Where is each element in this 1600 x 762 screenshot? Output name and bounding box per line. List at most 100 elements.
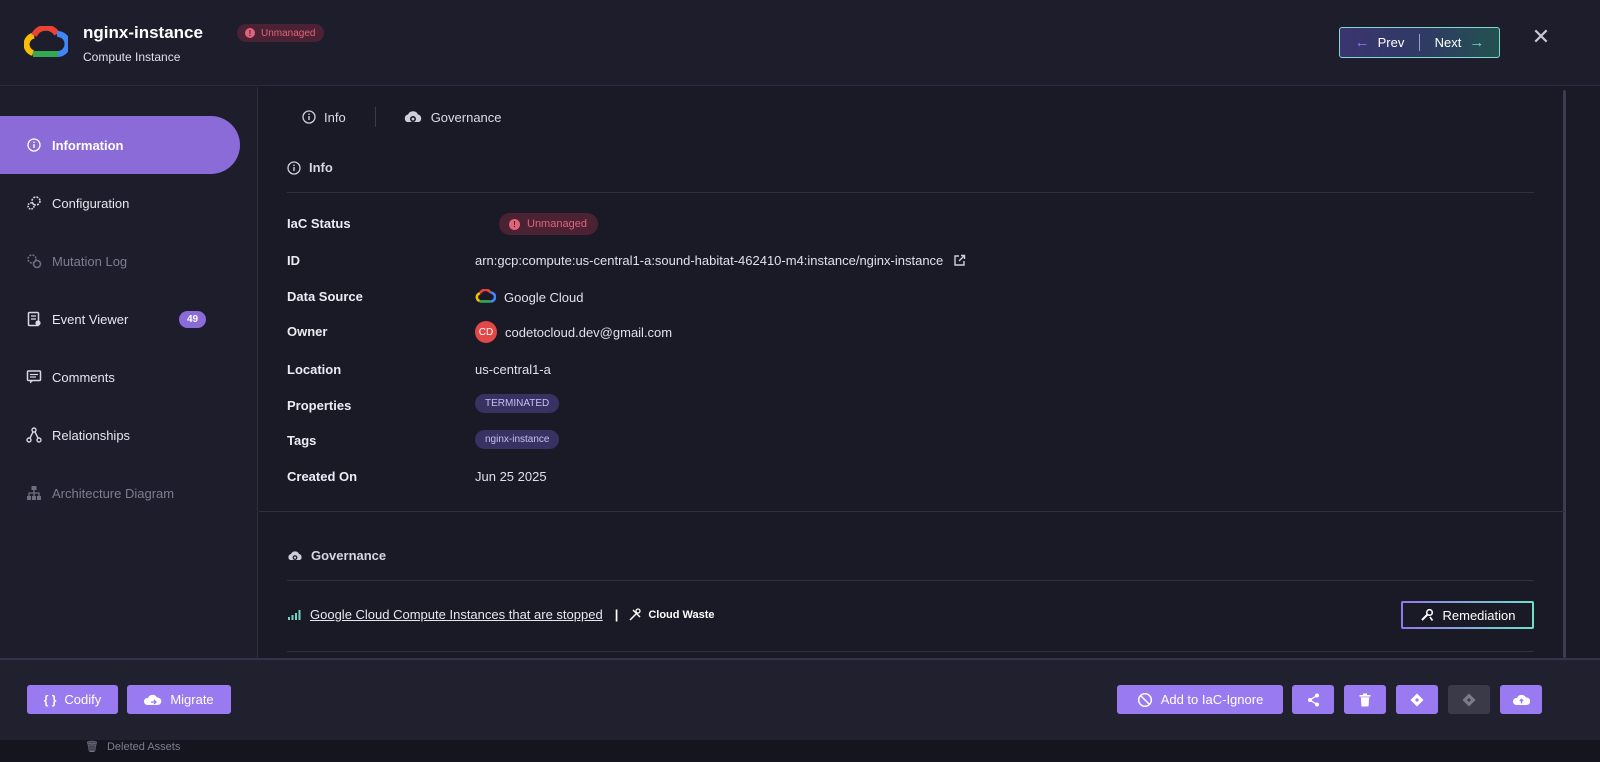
event-count-badge: 49 [179,311,207,328]
sidebar-item-label: Mutation Log [52,253,128,269]
comments-icon [26,369,42,385]
iac-status-label: IaC Status [287,216,351,231]
divider [287,651,1534,652]
separator: | [614,607,619,622]
id-label: ID [287,253,300,268]
scroll-track [1565,87,1600,658]
section-title: Governance [311,548,387,563]
info-section-header: Info [287,160,333,175]
governance-icon [404,111,421,122]
status-badge: ! Unmanaged [237,24,325,42]
architecture-icon [26,485,42,501]
ignore-icon [1137,692,1152,707]
alert-icon: ! [509,218,520,230]
sidebar-item-label: Configuration [52,195,130,211]
resource-title: nginx-instance [83,23,203,42]
git-icon [1462,693,1476,706]
sidebar-item-relationships[interactable]: Relationships [0,406,240,464]
remediation-label: Remediation [1442,607,1516,623]
sidebar-item-label: Information [52,137,124,153]
tab-info[interactable]: Info [302,110,346,125]
tags-label: Tags [287,433,317,448]
sidebar-item-comments[interactable]: Comments [0,348,240,406]
divider [287,192,1534,193]
sidebar-item-event-viewer[interactable]: Event Viewer 49 [0,290,240,348]
git-button[interactable] [1396,685,1438,714]
created-on-value: Jun 25 2025 [475,469,547,484]
properties-label: Properties [287,398,352,413]
code-braces-icon: { } [43,692,57,707]
properties-row: TERMINATED [475,394,560,413]
location-value: us-central1-a [475,362,551,377]
arrow-left-icon: ← [1354,34,1370,51]
sidebar-item-label: Relationships [52,427,131,443]
sidebar-item-label: Architecture Diagram [52,485,175,501]
data-source-value: Google Cloud [504,289,584,305]
migrate-button[interactable]: Migrate [127,685,231,714]
event-viewer-icon [26,311,42,327]
remediation-button[interactable]: Remediation [1401,601,1534,629]
sidebar-item-information[interactable]: Information [0,116,240,174]
deleted-assets-item: 🗑 Deleted Assets [85,740,181,754]
location-label: Location [287,362,342,377]
next-button[interactable]: Next → [1420,28,1499,57]
sidebar-item-label: Event Viewer [52,311,129,327]
sidebar-item-architecture-diagram[interactable]: Architecture Diagram [0,464,240,522]
git-disabled-button[interactable] [1448,685,1490,714]
share-button[interactable] [1292,685,1334,714]
deleted-assets-label: Deleted Assets [106,740,181,753]
prev-button[interactable]: ← Prev [1340,28,1419,57]
main-content [259,87,1565,658]
close-icon[interactable]: ✕ [1530,26,1552,48]
add-to-iac-ignore-button[interactable]: Add to IaC-Ignore [1117,685,1283,714]
codify-button[interactable]: { } Codify [27,685,118,714]
policy-link[interactable]: Google Cloud Compute Instances that are … [310,607,603,622]
codify-label: Codify [64,692,102,707]
tags-row: nginx-instance [475,430,560,449]
trash-icon: 🗑 [85,741,99,753]
cloud-waste-icon [629,607,641,621]
tab-divider [374,107,376,127]
sidebar: Information Configuration Mutation Log E… [0,87,258,658]
owner-row: CD codetocloud.dev@gmail.com [475,321,672,343]
owner-label: Owner [287,324,328,339]
cloud-upload-icon [1512,694,1530,705]
sidebar-item-mutation-log[interactable]: Mutation Log [0,232,240,290]
next-label: Next [1434,35,1462,50]
state-pill: TERMINATED [475,394,560,413]
governance-section-header: Governance [287,548,386,563]
mutation-icon [26,253,42,269]
scrollbar-thumb[interactable] [1563,90,1566,658]
section-title: Info [309,160,333,175]
resource-id: arn:gcp:compute:us-central1-a:sound-habi… [475,253,944,268]
cloud-migrate-icon [144,694,162,705]
migrate-label: Migrate [170,692,214,707]
iac-status-badge: ! Unmanaged [499,213,598,235]
resource-type: Compute Instance [83,50,181,64]
google-cloud-logo [24,26,68,57]
owner-email: codetocloud.dev@gmail.com [505,324,673,340]
git-diamond-icon [1410,693,1424,706]
id-value-row: arn:gcp:compute:us-central1-a:sound-habi… [475,253,966,268]
sidebar-item-configuration[interactable]: Configuration [0,174,240,232]
share-icon [1307,693,1319,706]
sidebar-item-label: Comments [52,369,115,385]
relationships-icon [26,427,42,443]
external-link-icon[interactable] [953,254,966,267]
delete-button[interactable] [1344,685,1386,714]
gears-icon [26,195,42,211]
created-on-label: Created On [287,469,358,484]
tab-governance[interactable]: Governance [403,110,502,125]
tag-pill[interactable]: nginx-instance [475,430,560,449]
governance-icon [288,550,302,560]
category-label: Cloud Waste [648,608,715,621]
cloud-upload-button[interactable] [1500,685,1542,714]
divider [287,580,1534,581]
info-icon [26,137,42,153]
data-source-label: Data Source [287,289,363,304]
google-cloud-icon [475,289,496,303]
iac-status-value: Unmanaged [527,218,587,230]
info-icon [302,110,316,124]
bar-chart-icon [288,610,301,620]
data-source-row: Google Cloud [475,289,584,305]
